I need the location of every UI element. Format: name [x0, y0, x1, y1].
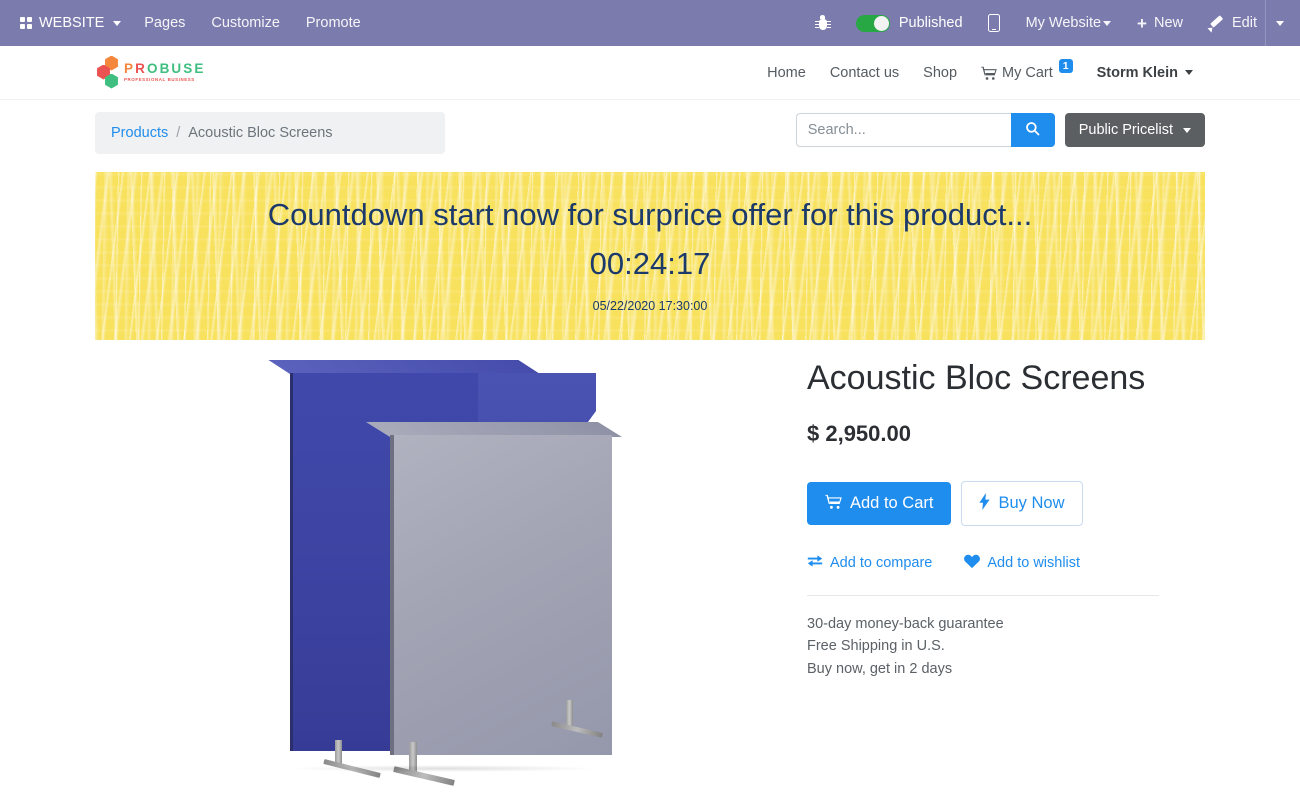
countdown-banner: Countdown start now for surprice offer f…: [95, 172, 1205, 340]
product-shadow: [288, 765, 598, 772]
cart-label: My Cart: [1002, 64, 1053, 81]
topbar-right-group: Published My Website + New Edit: [802, 0, 1300, 46]
promo-item-delivery: Buy now, get in 2 days: [807, 660, 953, 677]
user-name: Storm Klein: [1096, 64, 1178, 81]
bug-icon: [814, 14, 831, 32]
odoo-admin-topbar: WEBSITE Pages Customize Promote Publishe…: [0, 0, 1300, 46]
info-divider: [807, 594, 1159, 596]
subbar: Products / Acoustic Bloc Screens Public …: [0, 100, 1300, 154]
countdown-title: Countdown start now for surprice offer f…: [267, 197, 1033, 232]
website-app-menu[interactable]: WEBSITE: [10, 0, 131, 46]
pricelist-dropdown[interactable]: Public Pricelist: [1064, 113, 1205, 147]
breadcrumb: Products / Acoustic Bloc Screens: [95, 112, 445, 154]
cart-count-badge: 1: [1058, 58, 1073, 73]
nav-link-shop[interactable]: Shop: [911, 65, 969, 81]
chevron-down-icon: [1183, 127, 1191, 133]
mobile-preview-icon: [987, 14, 1000, 32]
site-navigation: Home Contact us Shop My Cart 1 Storm Kle…: [755, 58, 1205, 81]
website-header: PROBUSE PROFESSIONAL BUSINESS Home Conta…: [0, 46, 1300, 100]
nav-link-home[interactable]: Home: [755, 65, 818, 81]
probuse-hexagon-icon: [95, 55, 121, 90]
promo-item-shipping: Free Shipping in U.S.: [807, 638, 945, 655]
logo-text-block: PROBUSE PROFESSIONAL BUSINESS: [124, 60, 206, 83]
product-title: Acoustic Bloc Screens: [807, 359, 1146, 397]
compare-arrows-icon: [807, 555, 823, 571]
publish-label: Published: [898, 15, 963, 31]
countdown-timer: 00:24:17: [589, 245, 711, 281]
countdown-end-datetime: 05/22/2020 17:30:00: [592, 298, 708, 313]
website-selector[interactable]: My Website: [1013, 0, 1124, 46]
user-menu[interactable]: Storm Klein: [1085, 65, 1205, 81]
topbar-left-group: WEBSITE Pages Customize Promote: [0, 0, 374, 46]
product-promos: 30-day money-back guarantee Free Shippin…: [807, 614, 1205, 680]
topbar-item-promote[interactable]: Promote: [293, 0, 374, 46]
lightning-bolt-icon: [979, 492, 991, 514]
add-to-wishlist-link[interactable]: Add to wishlist: [964, 554, 1080, 573]
product-image[interactable]: [260, 360, 630, 786]
edit-dropdown-toggle[interactable]: [1265, 0, 1296, 46]
topbar-item-pages[interactable]: Pages: [131, 0, 198, 46]
topbar-brand-label: WEBSITE: [39, 15, 105, 31]
grid-apps-icon: [20, 17, 32, 29]
search-box: [795, 113, 1055, 147]
breadcrumb-separator: /: [176, 125, 181, 141]
topbar-item-customize[interactable]: Customize: [198, 0, 293, 46]
search-group: Public Pricelist: [795, 112, 1205, 147]
add-to-cart-button[interactable]: Add to Cart: [807, 481, 952, 525]
publish-toggle[interactable]: Published: [844, 14, 975, 32]
grey-panel-foot-right: [551, 700, 603, 740]
website-selector-label: My Website: [1025, 15, 1102, 31]
edit-button[interactable]: Edit: [1196, 0, 1265, 46]
product-info: Acoustic Bloc Screens $ 2,950.00 Add to …: [795, 352, 1205, 780]
logo-tagline: PROFESSIONAL BUSINESS: [124, 77, 195, 82]
pencil-icon: [1209, 16, 1224, 31]
new-button[interactable]: + New: [1124, 0, 1196, 46]
pricelist-label: Public Pricelist: [1078, 122, 1173, 138]
logo-name: PROBUSE: [124, 60, 206, 76]
shopping-cart-icon: [981, 66, 997, 80]
secondary-actions: Add to compare Add to wishlist: [807, 554, 1205, 573]
promo-item-guarantee: 30-day money-back guarantee: [807, 615, 1004, 632]
grey-panel-foot-left: [393, 742, 455, 786]
chevron-down-icon: [1103, 20, 1112, 26]
nav-link-my-cart[interactable]: My Cart 1: [969, 58, 1085, 81]
buy-now-label: Buy Now: [998, 494, 1065, 513]
chevron-down-icon: [1276, 20, 1284, 26]
breadcrumb-current: Acoustic Bloc Screens: [188, 125, 333, 141]
add-to-compare-link[interactable]: Add to compare: [807, 555, 932, 571]
publish-switch-icon[interactable]: [855, 14, 890, 32]
plus-icon: +: [1137, 13, 1147, 33]
breadcrumb-link-products[interactable]: Products: [111, 125, 168, 141]
search-button[interactable]: [1010, 113, 1055, 147]
chevron-down-icon: [1185, 70, 1193, 75]
product-image-area: [95, 352, 795, 786]
debug-bug-button[interactable]: [802, 0, 844, 46]
edit-button-label: Edit: [1232, 15, 1257, 31]
purchase-buttons: Add to Cart Buy Now: [807, 480, 1205, 526]
add-to-compare-label: Add to compare: [830, 555, 933, 572]
nav-link-contact-us[interactable]: Contact us: [818, 65, 911, 81]
blue-panel-top-edge: [268, 360, 540, 374]
heart-icon: [964, 554, 981, 573]
add-to-cart-label: Add to Cart: [850, 494, 934, 513]
blue-panel-foot-left: [323, 740, 381, 780]
product-detail: Acoustic Bloc Screens $ 2,950.00 Add to …: [0, 340, 1300, 786]
site-logo[interactable]: PROBUSE PROFESSIONAL BUSINESS: [95, 55, 205, 91]
mobile-preview-button[interactable]: [975, 0, 1013, 46]
add-to-wishlist-label: Add to wishlist: [987, 555, 1081, 572]
chevron-down-icon: [113, 20, 122, 26]
product-price: $ 2,950.00: [807, 420, 911, 446]
shopping-cart-icon: [825, 494, 842, 513]
search-input[interactable]: [795, 113, 1011, 147]
buy-now-button[interactable]: Buy Now: [961, 480, 1083, 526]
new-button-label: New: [1153, 15, 1183, 31]
search-icon: [1025, 121, 1040, 139]
